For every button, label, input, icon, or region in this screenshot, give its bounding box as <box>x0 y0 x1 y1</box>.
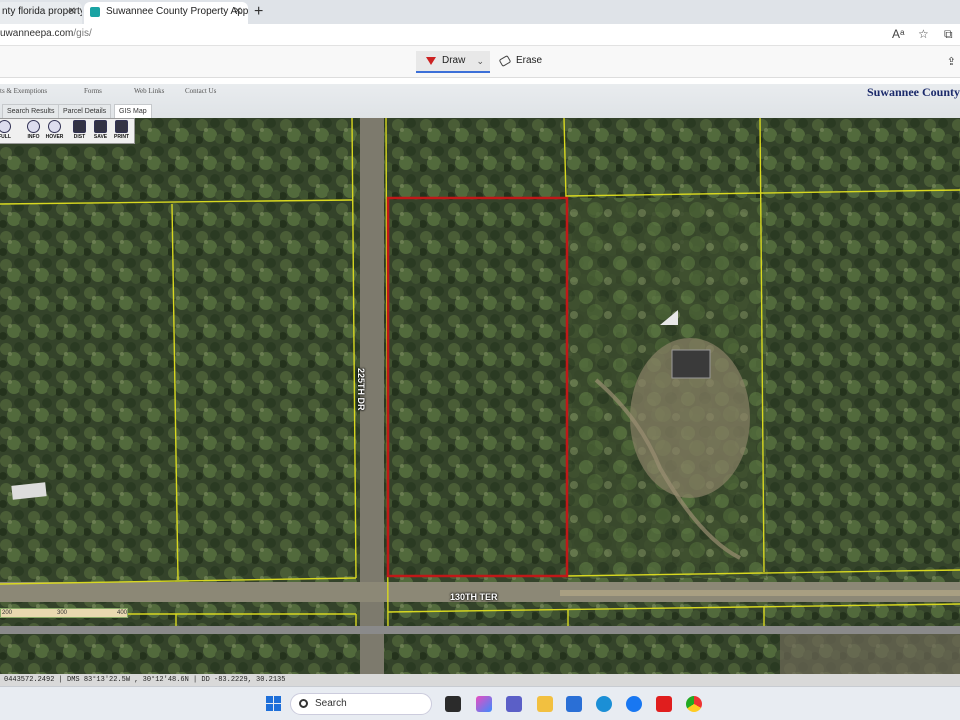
gis-map[interactable]: 225TH DR 130TH TER 200 300 400 200 300 <box>0 118 960 634</box>
tab-label: Suwannee County Property Appra <box>106 6 248 17</box>
task-view-icon[interactable] <box>445 696 461 712</box>
taskbar: Search <box>0 686 960 720</box>
tool-label: PRINT <box>114 134 129 140</box>
share-icon[interactable]: ⇪ <box>947 55 956 68</box>
url-path: /gis/ <box>73 28 92 39</box>
site-header: ts & Exemptions Forms Web Links Contact … <box>0 84 960 118</box>
road-label-horizontal: 130TH TER <box>450 592 498 602</box>
aerial-imagery-lower <box>0 634 960 674</box>
tool-label: SAVE <box>93 134 108 140</box>
info-button[interactable]: INFO <box>23 120 44 143</box>
address-bar[interactable]: uwanneepa.com/gis/ Aᵃ ☆ ⧉ <box>0 24 960 46</box>
road-label-vertical: 225TH DR <box>356 368 366 411</box>
close-tab-icon[interactable]: ✕ <box>234 2 242 22</box>
close-tab-icon[interactable]: ✕ <box>68 2 76 22</box>
file-explorer-icon[interactable] <box>537 696 553 712</box>
distance-button[interactable]: DIST <box>69 120 90 143</box>
browser-tab[interactable]: nty florida property ✕ <box>0 2 82 24</box>
tab-gis-map[interactable]: GIS Map <box>114 104 152 118</box>
printer-icon <box>115 120 128 133</box>
ruler-icon <box>73 120 86 133</box>
facebook-icon[interactable] <box>626 696 642 712</box>
teams-icon[interactable] <box>506 696 522 712</box>
new-tab-button[interactable]: + <box>254 2 263 22</box>
tool-label: FULL <box>0 134 11 140</box>
search-icon <box>299 699 308 708</box>
aerial-imagery <box>0 118 960 634</box>
draw-label: Draw <box>442 55 466 66</box>
tab-search-results[interactable]: Search Results <box>2 104 60 118</box>
store-icon[interactable] <box>566 696 582 712</box>
eraser-icon <box>498 55 512 67</box>
youtube-icon[interactable] <box>656 696 672 712</box>
browser-tab-bar: nty florida property ✕ Suwannee County P… <box>0 0 960 24</box>
url-host: uwanneepa.com <box>0 28 74 39</box>
scale-label: 400 <box>117 610 128 616</box>
draw-toolbar: Draw ⌄ Erase ⇪ <box>0 46 960 78</box>
edge-icon[interactable] <box>596 696 612 712</box>
globe-icon <box>0 120 11 133</box>
divider <box>0 626 960 634</box>
erase-button[interactable]: Erase <box>498 51 543 73</box>
nav-link-contact[interactable]: Contact Us <box>185 87 216 95</box>
extensions-icon[interactable]: ⧉ <box>944 27 953 42</box>
building <box>671 349 711 379</box>
gis-toolbar: FULL INFO HOVER DIST SAVE PRINT <box>0 118 135 144</box>
windows-start-icon[interactable] <box>266 696 282 712</box>
scale-label: 200 <box>2 610 13 616</box>
info-icon <box>27 120 40 133</box>
chrome-icon[interactable] <box>686 696 702 712</box>
scale-bar: 200 300 400 <box>0 608 128 618</box>
hover-button[interactable]: HOVER <box>44 120 65 143</box>
scale-label: 300 <box>57 610 68 616</box>
nav-link-exemptions[interactable]: ts & Exemptions <box>0 87 47 95</box>
print-button[interactable]: PRINT <box>111 120 132 143</box>
map-status-bar: 0443572.2492 | DMS 83°13'22.5W , 30°12'4… <box>0 674 960 686</box>
map-lower-strip <box>0 634 960 674</box>
tool-label: HOVER <box>45 134 64 140</box>
nav-link-forms[interactable]: Forms <box>84 87 102 95</box>
draw-button[interactable]: Draw ⌄ <box>416 51 490 73</box>
floppy-icon <box>94 120 107 133</box>
pen-icon <box>426 57 436 65</box>
search-label: Search <box>315 698 347 709</box>
hover-icon <box>48 120 61 133</box>
taskbar-search[interactable]: Search <box>290 693 432 715</box>
url-text[interactable]: uwanneepa.com/gis/ <box>0 28 92 39</box>
nav-link-web-links[interactable]: Web Links <box>134 87 164 95</box>
site-favicon-icon <box>90 7 100 17</box>
tool-label: INFO <box>27 134 40 140</box>
chevron-down-icon[interactable]: ⌄ <box>476 51 484 71</box>
browser-tab-active[interactable]: Suwannee County Property Appra ✕ <box>84 2 248 24</box>
read-aloud-icon[interactable]: Aᵃ <box>892 27 904 41</box>
copilot-icon[interactable] <box>476 696 492 712</box>
save-button[interactable]: SAVE <box>90 120 111 143</box>
tab-parcel-details[interactable]: Parcel Details <box>58 104 112 118</box>
erase-label: Erase <box>516 55 543 66</box>
tool-label: DIST <box>73 134 86 140</box>
site-title: Suwannee County <box>866 85 960 99</box>
full-extent-button[interactable]: FULL <box>0 120 15 143</box>
favorite-star-icon[interactable]: ☆ <box>918 27 929 41</box>
